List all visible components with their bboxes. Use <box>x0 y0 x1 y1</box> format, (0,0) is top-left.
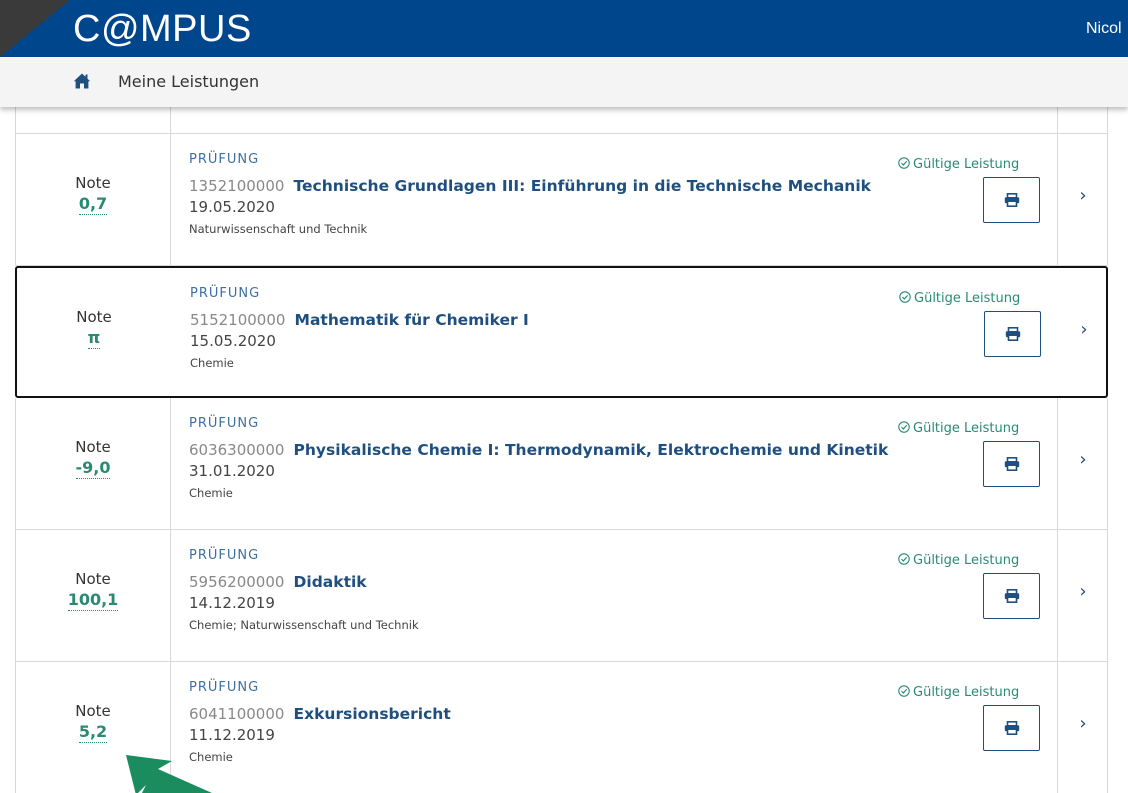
result-title-line: 6036300000 Physikalische Chemie I: Therm… <box>189 440 889 460</box>
brand-corner-decoration <box>0 0 70 57</box>
grade-value[interactable]: -9,0 <box>75 458 111 479</box>
course-code: 6041100000 <box>189 705 285 723</box>
course-code: 5152100000 <box>190 311 286 329</box>
grade-label: Note <box>76 308 112 326</box>
result-category: Chemie <box>189 750 233 764</box>
result-details: PRÜFUNG 6041100000 Exkursionsbericht 11.… <box>189 679 889 766</box>
check-circle-icon <box>898 553 910 565</box>
breadcrumb-current: Meine Leistungen <box>118 72 260 91</box>
previous-row-stub <box>15 107 1108 134</box>
result-title-line: 5956200000 Didaktik <box>189 572 889 592</box>
breadcrumb-bar: Meine Leistungen <box>0 57 1128 107</box>
status-text: Gültige Leistung <box>914 291 1021 306</box>
result-row[interactable]: Note 0,7 PRÜFUNG 1352100000 Technische G… <box>15 134 1108 266</box>
status-badge: Gültige Leistung <box>898 157 1019 173</box>
chevron-right-icon[interactable]: › <box>1057 712 1109 736</box>
chevron-right-icon[interactable]: › <box>1058 318 1110 342</box>
printer-icon <box>1004 193 1019 207</box>
result-row[interactable]: Note π PRÜFUNG 5152100000 Mathematik für… <box>15 266 1108 398</box>
check-circle-icon <box>898 421 910 433</box>
grade-value[interactable]: 5,2 <box>78 722 108 743</box>
status-text: Gültige Leistung <box>913 553 1020 568</box>
course-title-link[interactable]: Didaktik <box>294 573 367 591</box>
result-details: PRÜFUNG 1352100000 Technische Grundlagen… <box>189 151 889 238</box>
status-badge: Gültige Leistung <box>898 421 1019 437</box>
result-title-line: 1352100000 Technische Grundlagen III: Ei… <box>189 176 889 196</box>
grade-cell: Note 100,1 <box>16 570 170 611</box>
print-button[interactable] <box>983 177 1040 223</box>
course-title-link[interactable]: Physikalische Chemie I: Thermodynamik, E… <box>294 441 889 459</box>
result-details: PRÜFUNG 5152100000 Mathematik für Chemik… <box>190 285 890 372</box>
result-type: PRÜFUNG <box>189 416 260 431</box>
grade-value[interactable]: 0,7 <box>78 194 108 215</box>
print-button[interactable] <box>984 311 1041 357</box>
result-title-line: 6041100000 Exkursionsbericht <box>189 704 889 724</box>
check-circle-icon <box>898 157 910 169</box>
printer-icon <box>1005 327 1020 341</box>
result-details: PRÜFUNG 6036300000 Physikalische Chemie … <box>189 415 889 502</box>
result-category: Naturwissenschaft und Technik <box>189 222 368 236</box>
result-type: PRÜFUNG <box>190 286 261 301</box>
result-category: Chemie; Naturwissenschaft und Technik <box>189 618 419 632</box>
status-badge: Gültige Leistung <box>898 553 1019 569</box>
result-date: 14.12.2019 <box>189 594 275 612</box>
results-list: Note 0,7 PRÜFUNG 1352100000 Technische G… <box>15 107 1108 793</box>
chevron-right-icon[interactable]: › <box>1057 580 1109 604</box>
course-title-link[interactable]: Exkursionsbericht <box>294 705 451 723</box>
campus-logo[interactable]: C@MPUS <box>73 9 252 49</box>
check-circle-icon <box>898 685 910 697</box>
chevron-right-icon[interactable]: › <box>1057 448 1109 472</box>
grade-cell: Note 5,2 <box>16 702 170 743</box>
result-type: PRÜFUNG <box>189 152 260 167</box>
grade-value[interactable]: 100,1 <box>67 590 119 611</box>
grade-cell: Note -9,0 <box>16 438 170 479</box>
grade-cell: Note π <box>17 308 171 349</box>
result-title-line: 5152100000 Mathematik für Chemiker I <box>190 310 890 330</box>
grade-cell: Note 0,7 <box>16 174 170 215</box>
check-circle-icon <box>899 291 911 303</box>
status-badge: Gültige Leistung <box>898 685 1019 701</box>
course-title-link[interactable]: Technische Grundlagen III: Einführung in… <box>294 177 871 195</box>
result-type: PRÜFUNG <box>189 680 260 695</box>
chevron-right-icon[interactable]: › <box>1057 184 1109 208</box>
status-badge: Gültige Leistung <box>899 291 1020 307</box>
result-type: PRÜFUNG <box>189 548 260 563</box>
result-row[interactable]: Note 100,1 PRÜFUNG 5956200000 Didaktik 1… <box>15 530 1108 662</box>
result-date: 19.05.2020 <box>189 198 275 216</box>
top-navigation-bar: C@MPUS Nicol <box>0 0 1128 57</box>
result-date: 31.01.2020 <box>189 462 275 480</box>
user-name[interactable]: Nicol <box>1086 20 1128 38</box>
result-details: PRÜFUNG 5956200000 Didaktik 14.12.2019 C… <box>189 547 889 634</box>
result-category: Chemie <box>189 486 233 500</box>
course-code: 6036300000 <box>189 441 285 459</box>
printer-icon <box>1004 457 1019 471</box>
status-text: Gültige Leistung <box>913 157 1020 172</box>
print-button[interactable] <box>983 573 1040 619</box>
grade-label: Note <box>75 570 111 588</box>
print-button[interactable] <box>983 705 1040 751</box>
status-text: Gültige Leistung <box>913 421 1020 436</box>
grade-label: Note <box>75 438 111 456</box>
home-icon[interactable] <box>73 72 91 90</box>
result-row[interactable]: Note -9,0 PRÜFUNG 6036300000 Physikalisc… <box>15 398 1108 530</box>
result-date: 15.05.2020 <box>190 332 276 350</box>
course-code: 5956200000 <box>189 573 285 591</box>
grade-value[interactable]: π <box>87 328 101 349</box>
grade-label: Note <box>75 702 111 720</box>
grade-label: Note <box>75 174 111 192</box>
course-title-link[interactable]: Mathematik für Chemiker I <box>295 311 529 329</box>
result-date: 11.12.2019 <box>189 726 275 744</box>
printer-icon <box>1004 589 1019 603</box>
course-code: 1352100000 <box>189 177 285 195</box>
print-button[interactable] <box>983 441 1040 487</box>
result-category: Chemie <box>190 356 234 370</box>
status-text: Gültige Leistung <box>913 685 1020 700</box>
green-arrow-icon <box>126 755 212 793</box>
printer-icon <box>1004 721 1019 735</box>
